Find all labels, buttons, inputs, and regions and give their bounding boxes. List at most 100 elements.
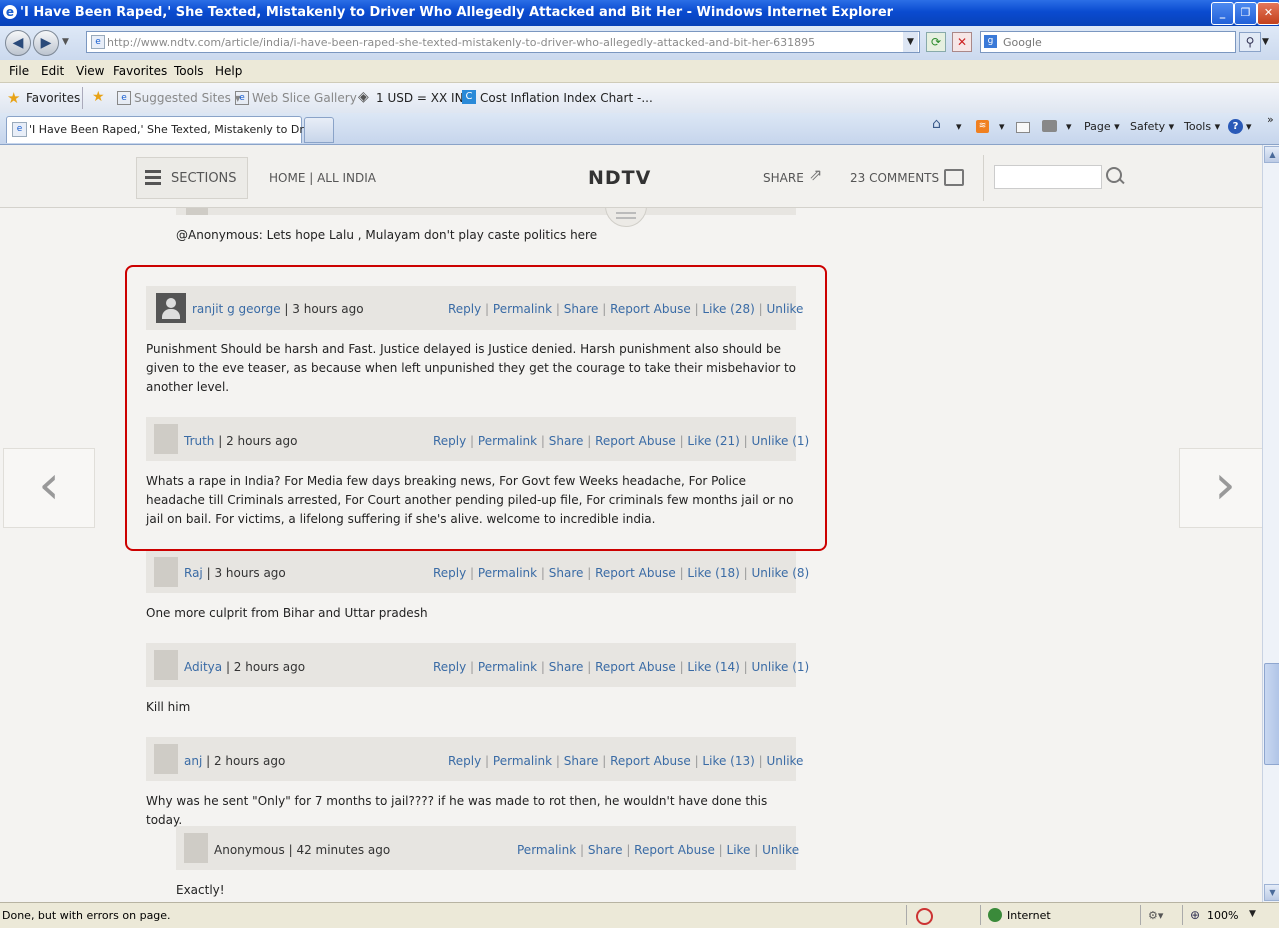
comments-count-link[interactable]: 23 COMMENTS (850, 171, 939, 185)
rss-feed-icon[interactable]: ≋ (976, 120, 989, 133)
address-dropdown-icon[interactable]: ▼ (903, 32, 918, 52)
help-icon[interactable]: ? (1228, 119, 1243, 134)
unlike-link[interactable]: Unlike (8) (751, 566, 809, 580)
permalink-link[interactable]: Permalink (517, 843, 576, 857)
forward-button[interactable]: ▶ (33, 30, 59, 56)
sections-label: SECTIONS (171, 171, 237, 186)
share-button[interactable]: SHARE (763, 171, 804, 185)
share-link[interactable]: Share (549, 660, 584, 674)
feed-dropdown-icon[interactable]: ▾ (999, 120, 1005, 133)
next-article-arrow-icon[interactable]: › (1179, 448, 1262, 528)
unlike-link[interactable]: Unlike (766, 754, 803, 768)
permalink-link[interactable]: Permalink (478, 566, 537, 580)
fav-cost-inflation[interactable]: Cost Inflation Index Chart -... (480, 91, 653, 105)
reply-link[interactable]: Reply (448, 754, 481, 768)
tools-menu[interactable]: Tools ▾ (1184, 120, 1220, 133)
zoom-icon[interactable]: ⊕ (1190, 908, 1200, 922)
minimize-button[interactable]: _ (1211, 2, 1234, 25)
home-icon[interactable]: ⌂ (932, 116, 941, 132)
fav-usd-inr[interactable]: 1 USD = XX INR (376, 91, 472, 105)
more-chevron-icon[interactable]: » (1267, 113, 1274, 126)
prev-article-arrow-icon[interactable]: ‹ (3, 448, 95, 528)
search-go-icon[interactable]: ⚲ (1239, 32, 1261, 52)
zoom-level[interactable]: 100% (1207, 909, 1238, 922)
back-button[interactable]: ◀ (5, 30, 31, 56)
refresh-button[interactable]: ⟳ (926, 32, 946, 52)
report-abuse-link[interactable]: Report Abuse (634, 843, 715, 857)
stop-button[interactable]: ✕ (952, 32, 972, 52)
address-bar[interactable]: e http://www.ndtv.com/article/india/i-ha… (86, 31, 920, 53)
new-tab-button[interactable] (304, 117, 334, 143)
permalink-link[interactable]: Permalink (493, 754, 552, 768)
report-abuse-link[interactable]: Report Abuse (610, 754, 691, 768)
comment-text: Kill him (146, 700, 191, 714)
scroll-down-button[interactable]: ▼ (1264, 884, 1279, 901)
mail-icon[interactable] (1016, 122, 1030, 133)
comment-author[interactable]: Raj (184, 566, 203, 580)
unlike-link[interactable]: Unlike (762, 843, 799, 857)
menu-view[interactable]: View (76, 64, 104, 78)
share-icon[interactable]: ⇗ (809, 165, 822, 184)
status-bar: Done, but with errors on page. Internet … (0, 902, 1279, 928)
unlike-link[interactable]: Unlike (1) (751, 660, 809, 674)
search-options-icon[interactable]: ▼ (1262, 37, 1269, 47)
scroll-thumb[interactable] (1264, 663, 1279, 765)
site-search-input[interactable] (994, 165, 1102, 189)
like-link[interactable]: Like (14) (687, 660, 739, 674)
sections-menu-button[interactable]: SECTIONS (136, 157, 248, 199)
menu-help[interactable]: Help (215, 64, 242, 78)
fav-suggested-sites[interactable]: Suggested Sites ▾ (134, 91, 241, 105)
privacy-icon[interactable] (916, 908, 933, 925)
maximize-button[interactable]: ❐ (1234, 2, 1257, 25)
fav-web-slice-gallery[interactable]: Web Slice Gallery ▾ (252, 91, 367, 105)
reply-link[interactable]: Reply (433, 566, 466, 580)
protected-mode-icon[interactable]: ⚙▾ (1148, 909, 1163, 922)
print-icon[interactable] (1042, 120, 1057, 132)
share-link[interactable]: Share (564, 754, 599, 768)
reply-link[interactable]: Reply (433, 660, 466, 674)
print-dropdown-icon[interactable]: ▾ (1066, 120, 1072, 133)
reply-comment-header: Anonymous | 42 minutes ago Permalink | S… (176, 826, 799, 870)
share-link[interactable]: Share (549, 566, 584, 580)
breadcrumb[interactable]: HOME | ALL INDIA (269, 171, 376, 185)
like-link[interactable]: Like (18) (687, 566, 739, 580)
window-title-bar[interactable]: e 'I Have Been Raped,' She Texted, Mista… (0, 0, 1279, 26)
home-dropdown-icon[interactable]: ▾ (956, 120, 962, 133)
comment-header: Raj | 3 hours ago Reply | Permalink | Sh… (146, 551, 809, 593)
page-menu[interactable]: Page ▾ (1084, 120, 1120, 133)
favorites-button[interactable]: Favorites (26, 91, 80, 105)
page-icon: e (91, 35, 105, 49)
menu-tools[interactable]: Tools (174, 64, 204, 78)
comment-bubble-icon[interactable] (944, 169, 964, 186)
comment-author[interactable]: anj (184, 754, 202, 768)
help-dropdown-icon[interactable]: ▾ (1246, 120, 1252, 133)
like-link[interactable]: Like (13) (702, 754, 754, 768)
google-icon: g (984, 35, 997, 48)
scroll-up-button[interactable]: ▲ (1264, 146, 1279, 163)
comment-author[interactable]: Aditya (184, 660, 222, 674)
comment-time: | 2 hours ago (206, 754, 286, 768)
zoom-dropdown-icon[interactable]: ▼ (1249, 909, 1256, 919)
menu-file[interactable]: File (9, 64, 29, 78)
close-window-button[interactable]: ✕ (1257, 2, 1279, 25)
tab-article[interactable]: e 'I Have Been Raped,' She Texted, Mista… (6, 116, 331, 143)
site-header: SECTIONS HOME | ALL INDIA NDTV SHARE ⇗ 2… (0, 145, 1262, 208)
comment-meta: Anonymous | 42 minutes ago (214, 843, 390, 857)
permalink-link[interactable]: Permalink (478, 660, 537, 674)
vertical-scrollbar[interactable]: ▲ ▼ (1262, 145, 1279, 902)
report-abuse-link[interactable]: Report Abuse (595, 566, 676, 580)
report-abuse-link[interactable]: Report Abuse (595, 660, 676, 674)
search-input[interactable]: g Google (980, 31, 1236, 53)
history-dropdown-icon[interactable]: ▼ (62, 37, 69, 47)
safety-menu[interactable]: Safety ▾ (1130, 120, 1174, 133)
address-toolbar: ◀ ▶ ▼ e http://www.ndtv.com/article/indi… (0, 26, 1279, 60)
share-link[interactable]: Share (588, 843, 623, 857)
menu-edit[interactable]: Edit (41, 64, 64, 78)
like-link[interactable]: Like (727, 843, 751, 857)
menu-favorites[interactable]: Favorites (113, 64, 167, 78)
diamond-icon: ◈ (358, 89, 369, 105)
add-favorites-icon[interactable]: ★ (92, 89, 105, 105)
search-placeholder: Google (1003, 36, 1042, 49)
comment-time: | 3 hours ago (206, 566, 286, 580)
ndtv-logo[interactable]: NDTV (588, 167, 651, 189)
